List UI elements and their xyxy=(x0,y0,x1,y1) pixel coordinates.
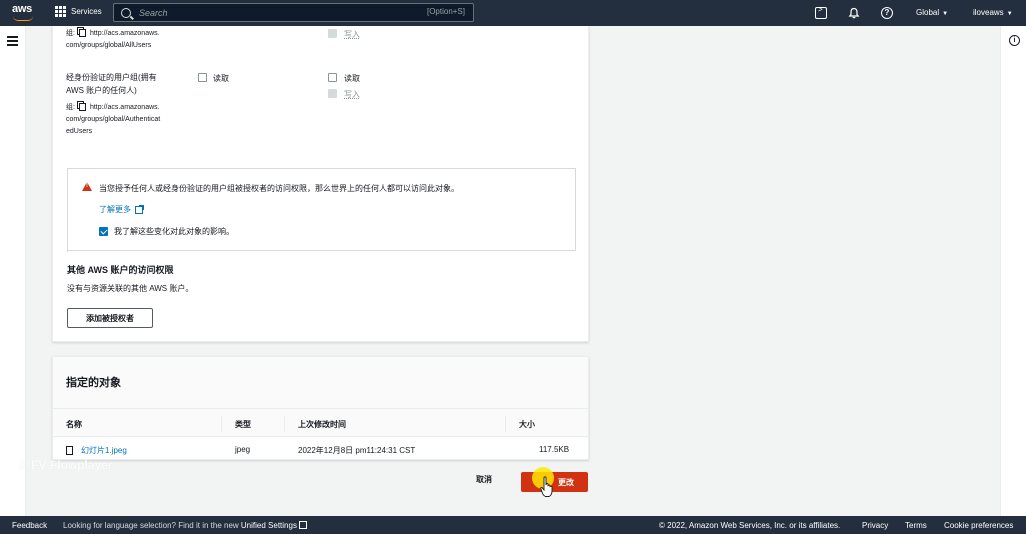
objects-header: 指定的对象 xyxy=(53,357,588,409)
acl-write-label: 写入 xyxy=(344,90,360,99)
region-selector[interactable]: Global ▼ xyxy=(916,8,948,17)
uri-line: com/groups/global/Authenticat xyxy=(66,116,161,123)
services-menu-button[interactable]: Services xyxy=(55,6,102,17)
object-type: jpeg xyxy=(235,445,251,454)
auth-users-objects-read-checkbox[interactable] xyxy=(198,73,207,82)
public-access-warning: 当您授予任何人或经身份验证的用户组被授权者的访问权限，那么世界上的任何人都可以访… xyxy=(67,168,576,252)
grantee-name-line: 经身份验证的用户组(拥有 xyxy=(66,73,157,82)
all-users-uri: 组: http://acs.amazonaws. com/groups/globa… xyxy=(66,28,160,52)
column-header-modified[interactable]: 上次修改时间 xyxy=(298,419,346,430)
auth-users-acl-write-checkbox xyxy=(328,89,337,98)
uri-prefix: 组: xyxy=(66,30,75,37)
hand-cursor-icon xyxy=(540,476,553,497)
cloudshell-icon[interactable] xyxy=(815,5,827,19)
learn-more-label: 了解更多 xyxy=(99,205,131,214)
object-size: 117.5KB xyxy=(539,445,570,454)
uri-line: com/groups/global/AllUsers xyxy=(66,42,152,49)
grid-icon xyxy=(55,6,66,17)
aws-logo[interactable]: aws xyxy=(12,3,34,23)
acknowledge-label: 我了解这些变化对此对象的影响。 xyxy=(114,227,234,236)
warning-message: 当您授予任何人或经身份验证的用户组被授权者的访问权限，那么世界上的任何人都可以访… xyxy=(99,184,459,193)
acl-read-label: 读取 xyxy=(344,74,360,83)
info-icon[interactable]: i xyxy=(1009,35,1020,46)
aws-smile-icon xyxy=(13,16,33,21)
search-icon xyxy=(121,7,131,18)
language-notice-text: Looking for language selection? Find it … xyxy=(63,521,239,530)
uri-line: http://acs.amazonaws. xyxy=(89,30,160,37)
all-users-acl-write-label: 写入 xyxy=(344,30,360,39)
services-label: Services xyxy=(71,7,102,16)
copyright-text: © 2022, Amazon Web Services, Inc. or its… xyxy=(659,521,841,530)
uri-line: http://acs.amazonaws. xyxy=(89,104,160,111)
copy-icon[interactable] xyxy=(78,103,86,112)
column-divider xyxy=(221,416,222,432)
video-watermark: © FV Flowplayer xyxy=(19,458,113,472)
top-navigation: aws Services [Option+S] ? Global▼ ilovea… xyxy=(0,0,1026,26)
bell-icon[interactable] xyxy=(848,7,860,19)
auth-users-acl-read-checkbox[interactable] xyxy=(328,73,337,82)
cancel-button[interactable]: 取消 xyxy=(476,474,492,485)
copy-icon[interactable] xyxy=(78,29,86,38)
specified-objects-panel: 指定的对象 名称 类型 上次修改时间 大小 幻灯片1.jpeg jpeg 202… xyxy=(52,356,589,460)
menu-icon[interactable] xyxy=(7,36,18,46)
search-input[interactable] xyxy=(139,7,409,18)
aws-logo-text: aws xyxy=(12,3,32,15)
external-link-icon xyxy=(298,521,307,529)
search-shortcut: [Option+S] xyxy=(426,7,465,16)
acknowledge-checkbox[interactable] xyxy=(99,227,108,236)
terms-link[interactable]: Terms xyxy=(905,521,927,530)
uri-line: edUsers xyxy=(66,128,93,135)
all-users-acl-write-checkbox xyxy=(328,29,337,38)
add-grantee-button[interactable]: 添加被授权者 xyxy=(67,308,153,328)
other-accounts-title: 其他 AWS 账户的访问权限 xyxy=(67,265,174,275)
region-label: Global xyxy=(916,8,940,17)
search-box[interactable]: [Option+S] xyxy=(113,3,474,22)
grantee-name-line: AWS 账户的任何人) xyxy=(66,86,137,95)
unified-settings-link[interactable]: Unified Settings xyxy=(241,521,297,530)
caret-down-icon: ▼ xyxy=(942,11,949,17)
table-row-name-cell: 幻灯片1.jpeg xyxy=(66,445,127,456)
other-accounts-description: 没有与资源关联的其他 AWS 账户。 xyxy=(67,284,194,293)
file-icon xyxy=(66,446,73,456)
feedback-link[interactable]: Feedback xyxy=(12,521,47,530)
footer: Feedback Looking for language selection?… xyxy=(0,516,1026,534)
account-menu[interactable]: iloveaws ▼ xyxy=(973,8,1013,17)
privacy-link[interactable]: Privacy xyxy=(862,521,888,530)
column-header-type[interactable]: 类型 xyxy=(235,419,251,430)
warning-icon xyxy=(82,182,92,191)
column-divider xyxy=(284,416,285,432)
help-icon[interactable]: ? xyxy=(881,7,893,19)
auth-users-grantee: 经身份验证的用户组(拥有 AWS 账户的任何人) xyxy=(66,71,157,97)
column-header-size[interactable]: 大小 xyxy=(519,419,535,430)
uri-prefix: 组: xyxy=(66,104,75,111)
objects-read-label: 读取 xyxy=(213,74,229,83)
auth-users-uri: 组: http://acs.amazonaws. com/groups/globa… xyxy=(66,102,160,138)
column-divider xyxy=(505,416,506,432)
cookie-preferences-link[interactable]: Cookie preferences xyxy=(944,521,1013,530)
column-header-name[interactable]: 名称 xyxy=(66,419,82,430)
objects-title: 指定的对象 xyxy=(66,377,121,389)
save-changes-button[interactable]: 更改 xyxy=(521,472,588,492)
external-link-icon xyxy=(135,204,144,214)
right-rail: i xyxy=(1000,26,1026,516)
access-control-panel: 组: http://acs.amazonaws. com/groups/globa… xyxy=(52,26,589,342)
object-modified: 2022年12月8日 pm11:24:31 CST xyxy=(298,446,416,455)
left-rail xyxy=(0,26,26,516)
account-label: iloveaws xyxy=(973,8,1004,17)
object-name-link[interactable]: 幻灯片1.jpeg xyxy=(81,446,127,455)
language-notice: Looking for language selection? Find it … xyxy=(63,521,307,530)
learn-more-link[interactable]: 了解更多 xyxy=(99,204,144,215)
caret-down-icon: ▼ xyxy=(1006,11,1013,17)
